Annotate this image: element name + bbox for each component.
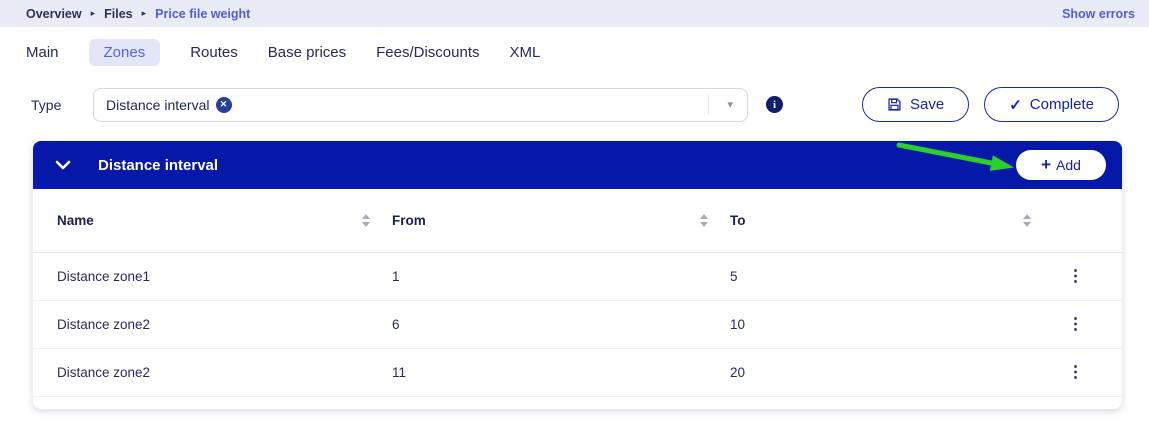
- breadcrumb: Overview ▸ Files ▸ Price file weight: [26, 7, 250, 21]
- distance-interval-panel: Distance interval + Add Name From To Dis…: [33, 141, 1122, 409]
- cell-from: 11: [392, 365, 407, 380]
- show-errors-link[interactable]: Show errors: [1062, 7, 1135, 21]
- cell-from: 1: [392, 269, 400, 284]
- plus-icon: +: [1041, 155, 1051, 174]
- row-menu-kebab-icon[interactable]: ⋮: [1062, 315, 1090, 335]
- sort-icon[interactable]: [700, 214, 708, 227]
- save-floppy-icon: [887, 97, 902, 112]
- tab-bar: Main Zones Routes Base prices Fees/Disco…: [26, 39, 1149, 66]
- chevron-down-icon[interactable]: ▾: [721, 98, 739, 111]
- column-header-from[interactable]: From: [392, 213, 730, 228]
- table-header-row: Name From To: [33, 189, 1122, 253]
- chip-remove-icon[interactable]: ✕: [215, 96, 232, 113]
- selected-type-chip: Distance interval ✕: [106, 96, 232, 113]
- breadcrumb-current-page[interactable]: Price file weight: [155, 7, 250, 21]
- table-row[interactable]: Distance zone1 1 5 ⋮: [33, 253, 1122, 301]
- row-menu-kebab-icon[interactable]: ⋮: [1062, 363, 1090, 383]
- complete-button-label: Complete: [1029, 96, 1094, 113]
- add-button-label: Add: [1056, 157, 1081, 173]
- cell-name: Distance zone2: [57, 365, 151, 380]
- column-header-name[interactable]: Name: [57, 213, 392, 228]
- panel-title: Distance interval: [98, 156, 219, 174]
- chip-label: Distance interval: [106, 96, 210, 113]
- breadcrumb-overview[interactable]: Overview: [26, 7, 82, 21]
- save-button[interactable]: Save: [862, 87, 970, 122]
- complete-button[interactable]: ✓ Complete: [984, 87, 1119, 122]
- save-button-label: Save: [910, 96, 945, 113]
- breadcrumb-bar: Overview ▸ Files ▸ Price file weight Sho…: [0, 0, 1149, 27]
- panel-header: Distance interval + Add: [33, 141, 1122, 189]
- info-icon[interactable]: i: [766, 96, 783, 113]
- cell-to: 5: [730, 269, 738, 284]
- select-divider: [708, 94, 710, 115]
- tab-zones[interactable]: Zones: [88, 39, 161, 66]
- collapse-chevron-icon[interactable]: [55, 160, 71, 170]
- cell-from: 6: [392, 317, 400, 332]
- cell-name: Distance zone2: [57, 317, 151, 332]
- type-select[interactable]: Distance interval ✕ ▾: [93, 87, 748, 122]
- row-menu-kebab-icon[interactable]: ⋮: [1062, 267, 1090, 287]
- checkmark-icon: ✓: [1009, 96, 1022, 114]
- breadcrumb-separator-icon: ▸: [90, 8, 96, 18]
- tab-main[interactable]: Main: [26, 39, 59, 66]
- tab-routes[interactable]: Routes: [190, 39, 238, 66]
- breadcrumb-separator-icon: ▸: [141, 8, 147, 18]
- cell-name: Distance zone1: [57, 269, 151, 284]
- breadcrumb-files[interactable]: Files: [104, 7, 133, 21]
- cell-to: 10: [730, 317, 746, 332]
- column-header-to[interactable]: To: [730, 213, 1053, 228]
- table-row[interactable]: Distance zone2 6 10 ⋮: [33, 301, 1122, 349]
- sort-icon[interactable]: [362, 214, 370, 227]
- type-label: Type: [31, 96, 62, 113]
- cell-to: 20: [730, 365, 746, 380]
- tab-xml[interactable]: XML: [510, 39, 541, 66]
- tab-base-prices[interactable]: Base prices: [268, 39, 346, 66]
- sort-icon[interactable]: [1023, 214, 1031, 227]
- table-row[interactable]: Distance zone2 11 20 ⋮: [33, 349, 1122, 397]
- add-button[interactable]: + Add: [1016, 150, 1106, 180]
- tab-fees-discounts[interactable]: Fees/Discounts: [376, 39, 479, 66]
- controls-row: Type Distance interval ✕ ▾ i Save ✓ Comp…: [31, 87, 1119, 122]
